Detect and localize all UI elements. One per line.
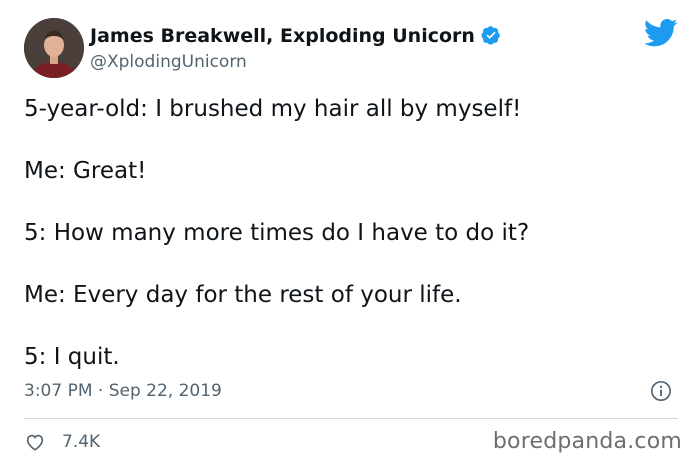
info-icon[interactable] xyxy=(650,380,672,402)
avatar-photo xyxy=(24,18,84,78)
tweet-line: Me: Every day for the rest of your life. xyxy=(24,282,462,308)
tweet-line: 5: I quit. xyxy=(24,344,120,370)
watermark: boredpanda.com xyxy=(492,429,682,454)
tweet-line: Me: Great! xyxy=(24,158,147,184)
author-handle[interactable]: @XplodingUnicorn xyxy=(90,51,247,73)
divider xyxy=(24,418,678,419)
avatar[interactable] xyxy=(24,18,84,78)
tweet-timestamp[interactable]: 3:07 PM · Sep 22, 2019 xyxy=(24,380,222,402)
like-count: 7.4K xyxy=(62,432,101,452)
heart-icon xyxy=(26,434,44,451)
twitter-bird-icon[interactable] xyxy=(644,18,678,48)
tweet-line: 5-year-old: I brushed my hair all by mys… xyxy=(24,96,522,122)
tweet-line: 5: How many more times do I have to do i… xyxy=(24,220,530,246)
verified-badge-icon xyxy=(481,26,500,45)
author-name[interactable]: James Breakwell, Exploding Unicorn xyxy=(90,24,501,48)
like-button[interactable]: 7.4K xyxy=(24,431,100,453)
tweet-text: 5-year-old: I brushed my hair all by mys… xyxy=(24,93,674,373)
author-name-text: James Breakwell, Exploding Unicorn xyxy=(90,25,475,47)
